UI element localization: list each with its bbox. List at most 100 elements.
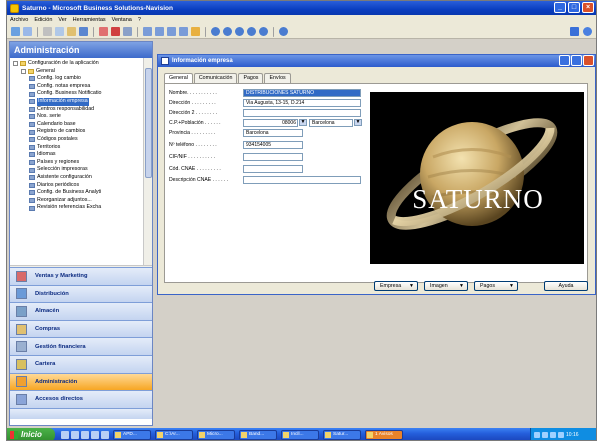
scroll-thumb[interactable] (145, 68, 152, 178)
start-button[interactable]: Inicio (7, 428, 55, 440)
nav-section-7[interactable]: Administración (10, 372, 152, 391)
show-all-icon[interactable] (179, 27, 188, 36)
tree-item[interactable]: Asistente configuración (10, 174, 144, 182)
tree-item[interactable]: Config. Business Notificatio (10, 90, 144, 98)
nav-section-1[interactable]: Ventas y Marketing (10, 267, 152, 285)
menu-help[interactable]: ? (138, 17, 141, 23)
insert-icon[interactable] (99, 27, 108, 36)
last-record-icon[interactable] (247, 27, 256, 36)
print-icon[interactable] (11, 27, 20, 36)
tree-item[interactable]: Territorios (10, 144, 144, 152)
nav-section-4[interactable]: Compras (10, 319, 152, 338)
menu-edicion[interactable]: Edición (34, 17, 52, 23)
minimize-button[interactable]: _ (554, 2, 566, 13)
navigate-icon[interactable] (279, 27, 288, 36)
input-cif-nif[interactable] (243, 152, 303, 161)
form-minimize-button[interactable] (559, 55, 570, 66)
taskbar-button[interactable]: 1 Avisos (365, 430, 403, 440)
taskbar-button[interactable]: Band... (239, 430, 277, 440)
sort-icon[interactable] (191, 27, 200, 36)
nav-section-5[interactable]: Gestión financiera (10, 337, 152, 355)
tree-item[interactable]: Centros responsabilidad (10, 106, 144, 114)
app-shortcut-icon[interactable] (101, 431, 109, 439)
taskbar-button[interactable]: Satur... (323, 430, 361, 440)
input-cnae[interactable] (243, 164, 303, 173)
form-close-button[interactable] (583, 55, 594, 66)
input-direccion[interactable]: Via Augusta, 13-15, D.214 (243, 98, 361, 107)
field-filter-icon[interactable] (155, 27, 164, 36)
tree-item[interactable]: Selección impresoras (10, 166, 144, 174)
tree-item[interactable]: Nos. serie (10, 113, 144, 121)
menu-ventana[interactable]: Ventana (112, 17, 132, 23)
form-maximize-button[interactable] (571, 55, 582, 66)
nav-section-3[interactable]: Almacén (10, 302, 152, 320)
tree-item[interactable]: Config. notas empresa (10, 83, 144, 91)
maximize-button[interactable]: □ (568, 2, 580, 13)
first-record-icon[interactable] (211, 27, 220, 36)
delete-icon[interactable] (111, 27, 120, 36)
tree-item[interactable]: Idiomas (10, 151, 144, 159)
flowfilter-icon[interactable] (167, 27, 176, 36)
tree-item[interactable]: Configuración de la aplicación (10, 60, 144, 68)
taskbar-button[interactable]: APD... (113, 430, 151, 440)
cut-icon[interactable] (43, 27, 52, 36)
nav-section-6[interactable]: Cartera (10, 354, 152, 373)
tree-expander-icon[interactable] (21, 68, 26, 74)
tab-pagos[interactable]: Pagos (238, 73, 264, 83)
tree-item[interactable]: Config. log cambio (10, 75, 144, 83)
navigation-pane-icon[interactable] (570, 27, 579, 36)
filter-icon[interactable] (143, 27, 152, 36)
security-icon[interactable] (550, 432, 556, 438)
input-nombre[interactable]: DISTRIBUCIONES SATURNO (243, 88, 361, 97)
media-icon[interactable] (71, 431, 79, 439)
taskbar-button[interactable]: Incll... (281, 430, 319, 440)
ayuda-button[interactable]: Ayuda (544, 281, 588, 291)
input-poblacion[interactable]: Barcelona (309, 118, 353, 127)
refresh-icon[interactable] (259, 27, 268, 36)
tree-item[interactable]: Países y regiones (10, 159, 144, 167)
tree-item[interactable]: Calendario base (10, 121, 144, 129)
tab-comunicacion[interactable]: Comunicación (193, 73, 238, 83)
input-direccion-2[interactable] (243, 108, 361, 117)
undo-icon[interactable] (79, 27, 88, 36)
tree-item[interactable]: Revisión referencias Excha (10, 204, 144, 212)
preview-icon[interactable] (23, 27, 32, 36)
tree-item[interactable]: Reorganizar adjuntos... (10, 197, 144, 205)
copy-icon[interactable] (55, 27, 64, 36)
paste-icon[interactable] (67, 27, 76, 36)
tree-item[interactable]: General (10, 68, 144, 76)
browser-icon[interactable] (61, 431, 69, 439)
menu-ver[interactable]: Ver (58, 17, 66, 23)
desktop-icon[interactable] (81, 431, 89, 439)
tab-envios[interactable]: Envíos (264, 73, 291, 83)
network-icon[interactable] (534, 432, 540, 438)
tree-vertical-scrollbar[interactable] (143, 58, 152, 265)
pagos-menu-button[interactable]: Pagos ▼ (474, 281, 518, 291)
find-icon[interactable] (123, 27, 132, 36)
empresa-menu-button[interactable]: Empresa ▼ (374, 281, 418, 291)
tree-item[interactable]: Registro de cambios (10, 128, 144, 136)
input-descripcion-cnae[interactable] (243, 175, 361, 184)
taskbar-button[interactable]: C:\Ar... (155, 430, 193, 440)
tree-item[interactable]: Códigos postales (10, 136, 144, 144)
close-button[interactable]: × (582, 2, 594, 13)
input-provincia[interactable]: Barcelona (243, 128, 303, 137)
help-icon[interactable] (583, 27, 592, 36)
nav-section-8[interactable]: Accesos directos (10, 390, 152, 408)
previous-record-icon[interactable] (223, 27, 232, 36)
tree-item[interactable]: Diarios periódicos (10, 182, 144, 190)
tree-item[interactable]: Config. de Business Analyti (10, 189, 144, 197)
volume-icon[interactable] (542, 432, 548, 438)
next-record-icon[interactable] (235, 27, 244, 36)
menu-herramientas[interactable]: Herramientas (73, 17, 106, 23)
tree-item[interactable]: Información empresa (10, 97, 144, 106)
input-telefono[interactable]: 934154005 (243, 140, 303, 149)
nav-section-2[interactable]: Distribución (10, 284, 152, 303)
messenger-icon[interactable] (558, 432, 564, 438)
input-codigo-postal[interactable]: 08006 (243, 118, 298, 127)
postal-code-lookup-icon[interactable]: ▼ (299, 119, 307, 126)
taskbar-button[interactable]: Micro... (197, 430, 235, 440)
city-lookup-icon[interactable]: ▼ (354, 119, 362, 126)
tree-expander-icon[interactable] (13, 61, 18, 67)
menu-archivo[interactable]: Archivo (10, 17, 28, 23)
